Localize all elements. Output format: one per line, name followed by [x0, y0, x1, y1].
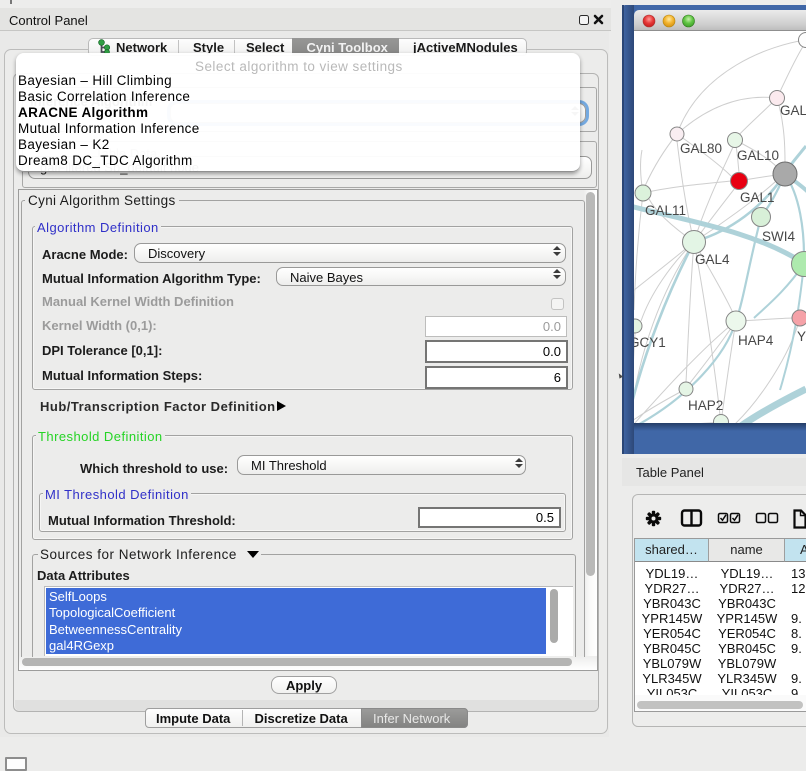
svg-text:GAL10: GAL10 [737, 148, 779, 163]
svg-text:GAL11: GAL11 [645, 203, 686, 218]
svg-text:HAP2: HAP2 [688, 398, 723, 413]
svg-text:GAL4: GAL4 [695, 252, 730, 267]
svg-text:GAL1: GAL1 [740, 190, 775, 205]
svg-text:GAL2: GAL2 [780, 103, 806, 118]
svg-text:GCY1: GCY1 [634, 335, 666, 350]
svg-text:SWI4: SWI4 [762, 229, 795, 244]
svg-text:GAL80: GAL80 [680, 141, 722, 156]
svg-text:HAP4: HAP4 [738, 333, 774, 348]
svg-text:YP: YP [797, 329, 806, 344]
